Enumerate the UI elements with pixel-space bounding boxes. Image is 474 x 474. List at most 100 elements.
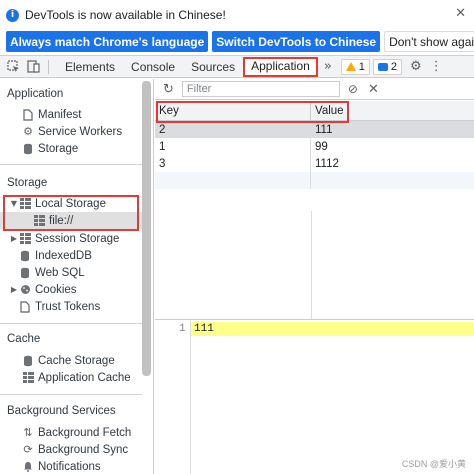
delete-selected-icon[interactable]: ✕ [368,82,379,97]
table-icon [19,233,31,245]
bell-icon [22,461,34,473]
sidebar-item-local-storage[interactable]: ▼ Local Storage [0,195,142,212]
tab-sources[interactable]: Sources [183,56,243,78]
sidebar-item-web-sql[interactable]: Web SQL [0,264,142,281]
more-tabs-icon[interactable]: » [318,59,338,74]
sidebar-item-label: Background Fetch [38,426,132,439]
sidebar-item-cookies[interactable]: ▶ Cookies [0,281,142,298]
sidebar-item-label: Cookies [35,283,77,296]
sidebar-item-session-storage[interactable]: ▶ Session Storage [0,230,142,247]
sidebar-item-label: Application Cache [38,371,131,384]
device-toolbar-icon[interactable] [26,60,40,74]
toolbar-divider [48,59,49,74]
storage-main-panel: ↻ ⊘ ✕ Key Value 2 111 1 99 3 1112 1 [155,79,474,474]
sidebar-item-label: Trust Tokens [35,300,101,313]
preview-value-line[interactable]: 111 [191,322,474,336]
warnings-count: 1 [358,60,365,73]
sidebar-item-label: IndexedDB [35,249,92,262]
section-title-storage: Storage [7,177,48,189]
sidebar-item-label: Storage [38,142,79,155]
database-icon [22,355,34,367]
section-title-application: Application [7,88,64,100]
switch-chinese-button[interactable]: Switch DevTools to Chinese [212,31,381,52]
sidebar-item-background-sync[interactable]: ⟳ Background Sync [0,441,142,458]
notice-buttons: Always match Chrome's language Switch De… [6,31,474,52]
chevron-right-icon[interactable]: ▶ [9,285,19,294]
table-column-divider [311,211,312,319]
warnings-badge[interactable]: 1 [340,58,370,75]
application-sidebar: Application Manifest ⚙ Service Workers S… [0,79,154,474]
messages-badge[interactable]: 2 [372,58,403,75]
cell-key: 3 [155,155,311,172]
value-preview-pane: 1 111 [155,320,474,474]
gear-icon: ⚙ [23,125,33,138]
sidebar-item-label: Web SQL [35,266,85,279]
sidebar-item-manifest[interactable]: Manifest [0,106,142,123]
storage-filter-bar: ↻ ⊘ ✕ [155,79,474,100]
sidebar-item-cache-storage[interactable]: Cache Storage [0,352,142,369]
line-number: 1 [179,323,186,335]
document-icon [22,108,34,121]
sidebar-item-file-origin[interactable]: file:// [0,212,142,229]
filter-input[interactable] [181,81,340,97]
table-icon [33,215,45,227]
devtools-toolbar: Elements Console Sources Application » 1… [0,56,474,78]
clear-all-icon[interactable]: ⊘ [348,82,358,96]
close-icon[interactable]: ✕ [455,6,466,21]
sidebar-item-storage[interactable]: Storage [0,140,142,157]
sidebar-divider [0,323,142,324]
sidebar-item-label: Cache Storage [38,354,115,367]
gear-icon[interactable]: ⚙ [410,59,422,74]
sidebar-item-label: Manifest [38,108,82,121]
table-icon [22,372,34,384]
database-icon [22,143,34,155]
sync-icon: ⟳ [23,443,33,456]
section-title-background-services: Background Services [7,405,116,417]
sidebar-item-background-fetch[interactable]: ⇅ Background Fetch [0,424,142,441]
tab-console[interactable]: Console [123,56,183,78]
sidebar-item-label: Notifications [38,460,101,473]
section-title-cache: Cache [7,333,41,345]
table-row-empty[interactable] [155,172,474,189]
message-icon [377,62,388,71]
cell-value: 1112 [315,157,339,170]
kebab-menu-icon[interactable]: ⋮ [430,59,443,74]
sidebar-scrollbar[interactable] [142,81,151,376]
inspect-element-icon[interactable] [6,60,20,74]
match-language-button[interactable]: Always match Chrome's language [6,31,209,52]
sidebar-item-application-cache[interactable]: Application Cache [0,369,142,386]
sidebar-item-label: Session Storage [35,232,120,245]
notice-row: i DevTools is now available in Chinese! [6,8,226,22]
cell-value: 111 [315,123,333,136]
database-icon [19,250,31,262]
sidebar-item-trust-tokens[interactable]: Trust Tokens [0,298,142,315]
cell-value-empty [311,172,474,189]
column-header-value[interactable]: Value [311,101,474,120]
refresh-icon[interactable]: ↻ [163,82,174,97]
cell-value: 99 [315,140,328,153]
table-row[interactable]: 3 1112 [155,155,474,172]
table-row[interactable]: 1 99 [155,138,474,155]
tab-application[interactable]: Application [243,56,318,77]
sidebar-item-label: Background Sync [38,443,129,456]
table-row[interactable]: 2 111 [155,121,474,138]
info-icon: i [6,8,19,22]
cookie-icon [19,284,31,296]
notice-text: DevTools is now available in Chinese! [25,8,226,22]
storage-table: Key Value 2 111 1 99 3 1112 [155,101,474,189]
tab-elements[interactable]: Elements [57,56,123,78]
sidebar-divider [0,394,142,395]
table-header: Key Value [155,101,474,121]
sidebar-item-label: Service Workers [38,125,123,138]
column-header-key[interactable]: Key [155,101,311,120]
database-icon [19,267,31,279]
sidebar-item-notifications[interactable]: Notifications [0,458,142,474]
dont-show-again-button[interactable]: Don't show again [384,31,474,52]
language-notice-bar: i DevTools is now available in Chinese! … [0,0,474,56]
sidebar-item-service-workers[interactable]: ⚙ Service Workers [0,123,142,140]
sidebar-item-label: Local Storage [35,197,106,210]
sidebar-divider [0,164,142,165]
chevron-right-icon[interactable]: ▶ [9,234,19,243]
sidebar-item-indexeddb[interactable]: IndexedDB [0,247,142,264]
chevron-down-icon[interactable]: ▼ [9,199,19,208]
